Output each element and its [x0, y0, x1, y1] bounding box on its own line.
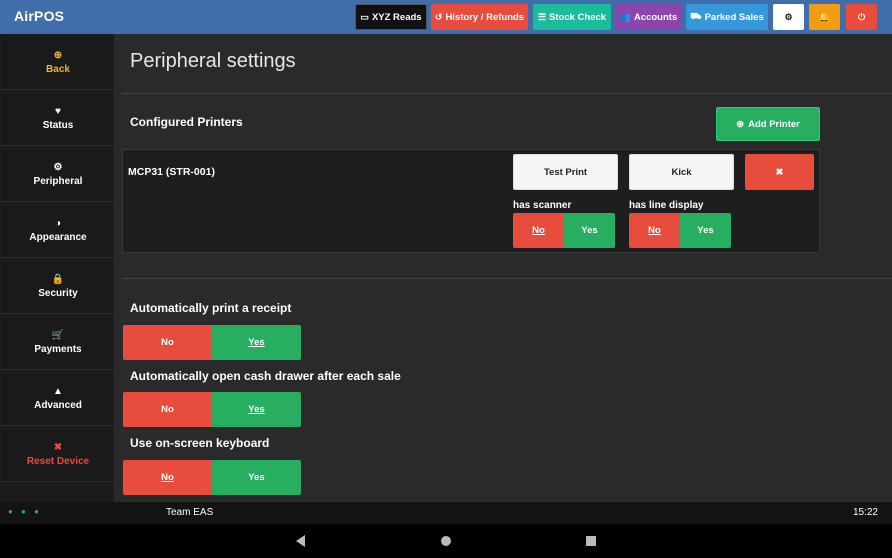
printer-row: MCP31 (STR-001) Test Print Kick ✖ has sc… [122, 149, 820, 253]
nav-recent-apps-icon[interactable] [586, 536, 596, 546]
auto-open-drawer-yes-option[interactable]: Yes [212, 392, 301, 427]
page-title: Peripheral settings [130, 50, 296, 72]
configured-printers-title: Configured Printers [130, 115, 243, 129]
main-content: Peripheral settings Configured Printers … [116, 34, 892, 502]
sidebar-item-back[interactable]: ⊕ Back [2, 36, 114, 90]
history-refunds-button[interactable]: ↺ History / Refunds [431, 4, 528, 30]
users-icon: 👥 [619, 11, 631, 22]
sidebar-item-label: Back [46, 64, 70, 75]
app-title: AirPOS [14, 8, 65, 24]
sidebar: ⊕ Back ♥ Status ⚙ Peripheral ◑ Appearanc… [0, 34, 114, 502]
sidebar-item-advanced[interactable]: ▲ Advanced [2, 372, 114, 426]
has-scanner-yes-option[interactable]: Yes [564, 213, 615, 248]
has-line-display-toggle: No Yes [629, 213, 731, 248]
has-scanner-toggle: No Yes [513, 213, 615, 248]
has-scanner-label: has scanner [513, 200, 572, 211]
warning-icon: ▲ [53, 386, 63, 397]
cart-icon: 🛒 [51, 330, 65, 341]
parked-sales-label: Parked Sales [704, 11, 764, 23]
sidebar-item-label: Reset Device [26, 456, 90, 467]
nav-back-icon[interactable] [296, 535, 305, 547]
auto-open-drawer-label: Automatically open cash drawer after eac… [130, 369, 401, 383]
onscreen-keyboard-toggle: No Yes [123, 460, 301, 495]
plus-circle-icon: ⊕ [736, 118, 745, 130]
notifications-button[interactable]: 🔔 [809, 4, 840, 30]
sidebar-item-reset-device[interactable]: ✖ Reset Device [2, 428, 114, 482]
has-line-display-no-option[interactable]: No [629, 213, 680, 248]
top-bar: AirPOS ▭ XYZ Reads ↺ History / Refunds ☰… [0, 0, 892, 34]
connection-dots-icon: ● ● ● [8, 507, 42, 516]
onscreen-keyboard-label: Use on-screen keyboard [130, 436, 270, 450]
xyz-reads-button[interactable]: ▭ XYZ Reads [355, 4, 427, 30]
power-button[interactable]: ⏻ [846, 4, 877, 30]
onscreen-keyboard-no-option[interactable]: No [123, 460, 212, 495]
sidebar-item-label: Security [38, 288, 78, 299]
printer-name: MCP31 (STR-001) [128, 166, 215, 178]
has-line-display-yes-option[interactable]: Yes [680, 213, 731, 248]
sidebar-item-payments[interactable]: 🛒 Payments [2, 316, 114, 370]
settings-button[interactable]: ⚙ [773, 4, 804, 30]
accounts-label: Accounts [633, 11, 678, 23]
add-printer-button[interactable]: ⊕ Add Printer [716, 107, 820, 141]
xyz-reads-label: XYZ Reads [371, 11, 422, 23]
sidebar-item-label: Appearance [29, 232, 87, 243]
sidebar-item-appearance[interactable]: ◑ Appearance [2, 204, 114, 258]
add-printer-label: Add Printer [748, 118, 800, 130]
list-icon: ☰ [537, 11, 547, 22]
close-icon: ✖ [53, 442, 63, 453]
accounts-button[interactable]: 👥 Accounts [615, 4, 682, 30]
gear-icon: ⚙ [784, 11, 793, 22]
sidebar-item-label: Peripheral [33, 176, 83, 187]
clock: 15:22 [852, 507, 878, 518]
history-refunds-label: History / Refunds [445, 11, 525, 23]
auto-print-receipt-no-option[interactable]: No [123, 325, 212, 360]
stock-check-label: Stock Check [549, 11, 607, 23]
nav-home-icon[interactable] [441, 536, 451, 546]
app-window: AirPOS ▭ XYZ Reads ↺ History / Refunds ☰… [0, 0, 892, 558]
auto-open-drawer-toggle: No Yes [123, 392, 301, 427]
android-nav-bar [0, 524, 892, 558]
sidebar-item-peripheral[interactable]: ⚙ Peripheral [2, 148, 114, 202]
has-scanner-no-option[interactable]: No [513, 213, 564, 248]
auto-print-receipt-toggle: No Yes [123, 325, 301, 360]
lock-icon: 🔒 [51, 274, 65, 285]
divider [122, 278, 892, 279]
plus-circle-icon: ⊕ [53, 50, 63, 61]
sidebar-item-label: Status [42, 120, 74, 131]
auto-print-receipt-label: Automatically print a receipt [130, 301, 292, 315]
sidebar-item-security[interactable]: 🔒 Security [2, 260, 114, 314]
register-icon: ▭ [360, 11, 369, 22]
onscreen-keyboard-yes-option[interactable]: Yes [212, 460, 301, 495]
gear-icon: ⚙ [53, 162, 63, 173]
road-icon: ⛟ [690, 11, 702, 21]
stock-check-button[interactable]: ☰ Stock Check [533, 4, 611, 30]
sidebar-item-label: Advanced [34, 400, 82, 411]
delete-printer-button[interactable]: ✖ [745, 154, 814, 190]
test-print-button[interactable]: Test Print [513, 154, 618, 190]
divider [122, 93, 892, 94]
history-icon: ↺ [434, 11, 443, 22]
parked-sales-button[interactable]: ⛟ Parked Sales [686, 4, 768, 30]
power-icon: ⏻ [857, 11, 866, 22]
sidebar-item-label: Payments [34, 344, 82, 355]
auto-print-receipt-yes-option[interactable]: Yes [212, 325, 301, 360]
status-bar: ● ● ● Team EAS 15:22 [0, 502, 892, 524]
contrast-icon: ◑ [54, 218, 62, 229]
auto-open-drawer-no-option[interactable]: No [123, 392, 212, 427]
close-icon: ✖ [775, 166, 784, 178]
sidebar-item-status[interactable]: ♥ Status [2, 92, 114, 146]
kick-button[interactable]: Kick [629, 154, 734, 190]
heartbeat-icon: ♥ [55, 106, 61, 117]
team-name: Team EAS [166, 507, 214, 518]
bell-icon: 🔔 [818, 11, 831, 22]
has-line-display-label: has line display [629, 200, 704, 211]
